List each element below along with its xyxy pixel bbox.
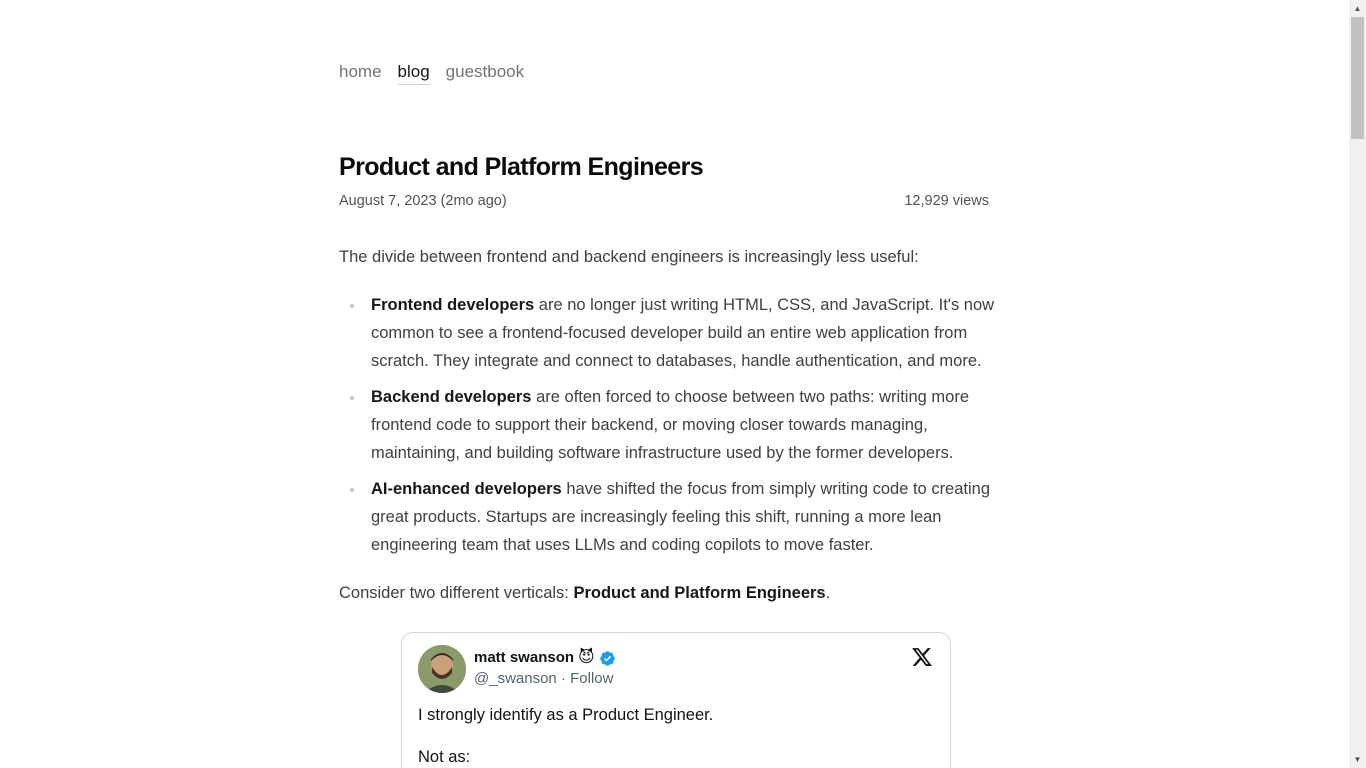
- list-item-text: have shifted the focus from simply writi…: [561, 480, 991, 498]
- list-item-text: are no longer just writing HTML, CSS, an…: [534, 296, 995, 314]
- consider-suffix: .: [825, 584, 831, 602]
- tweet-separator: ·: [556, 670, 571, 687]
- list-item-text: common to see a frontend-focused develop…: [371, 324, 968, 342]
- intro-paragraph: The divide between frontend and backend …: [339, 248, 919, 266]
- list-item-text: are often forced to choose between two p…: [531, 388, 969, 406]
- consider-strong: Product and Platform Engineers: [573, 584, 826, 602]
- consider-paragraph: Consider two different verticals: Produc…: [339, 579, 1019, 607]
- nav-guestbook-link[interactable]: guestbook: [446, 60, 524, 85]
- top-nav: home blog guestbook: [339, 60, 524, 85]
- follow-link[interactable]: Follow: [570, 670, 613, 687]
- scroll-thumb[interactable]: [1351, 17, 1364, 139]
- list-item-text: engineering team that uses LLMs and codi…: [371, 536, 874, 554]
- tweet-handle[interactable]: @_swanson: [474, 670, 557, 687]
- developer-types-list: Frontend developers are no longer just w…: [339, 291, 1019, 559]
- tweet-author-row: matt swanson 😈: [474, 648, 616, 668]
- list-item-strong: Backend developers: [371, 388, 532, 406]
- tweet-text-line: Not as:: [418, 748, 471, 766]
- post-body: The divide between frontend and backend …: [339, 243, 1019, 607]
- scroll-up-arrow-icon[interactable]: ▲: [1349, 0, 1366, 17]
- post-views: 12,929 views: [904, 193, 989, 209]
- tweet-handle-row: @_swanson · Follow: [474, 669, 613, 689]
- verified-badge-icon: [599, 650, 616, 667]
- list-item-frontend: Frontend developers are no longer just w…: [350, 291, 1021, 375]
- post-date: August 7, 2023 (2mo ago): [339, 193, 507, 209]
- list-item-strong: AI-enhanced developers: [371, 480, 562, 498]
- list-item-ai-enhanced: AI-enhanced developers have shifted the …: [350, 475, 1021, 559]
- x-logo-icon[interactable]: [911, 646, 933, 668]
- consider-text: Consider two different verticals:: [339, 584, 574, 602]
- post-title: Product and Platform Engineers: [339, 153, 704, 181]
- list-item-backend: Backend developers are often forced to c…: [350, 383, 1021, 467]
- tweet-text-line: I strongly identify as a Product Enginee…: [418, 706, 714, 724]
- post-meta: August 7, 2023 (2mo ago) 12,929 views: [339, 191, 989, 211]
- vertical-scrollbar[interactable]: ▲ ▼: [1349, 0, 1366, 768]
- avatar[interactable]: [418, 645, 466, 693]
- list-item-text: maintaining, and building software infra…: [371, 444, 954, 462]
- nav-blog-link[interactable]: blog: [397, 60, 430, 85]
- list-item-strong: Frontend developers: [371, 296, 535, 314]
- nav-home-link[interactable]: home: [339, 60, 382, 85]
- list-item-text: scratch. They integrate and connect to d…: [371, 352, 982, 370]
- devil-emoji-icon: 😈: [578, 649, 595, 666]
- page-viewport: home blog guestbook Product and Platform…: [0, 0, 1366, 768]
- list-item-text: great products. Startups are increasingl…: [371, 508, 942, 526]
- scroll-down-arrow-icon[interactable]: ▼: [1349, 751, 1366, 768]
- list-item-text: frontend code to support their backend, …: [371, 416, 928, 434]
- embedded-tweet[interactable]: matt swanson 😈 @_swanson · Follow I stro…: [401, 632, 951, 768]
- tweet-author-name[interactable]: matt swanson: [474, 648, 574, 668]
